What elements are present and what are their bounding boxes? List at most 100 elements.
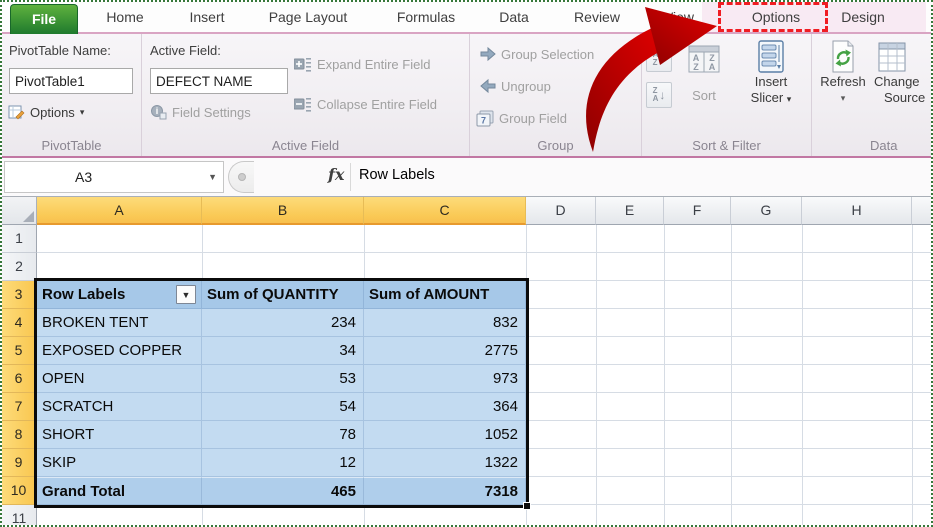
select-all-corner[interactable] <box>2 197 37 225</box>
row-header-7[interactable]: 7 <box>2 393 37 421</box>
group-field-button[interactable]: 7 Group Field <box>476 110 567 127</box>
sort-ascending-button[interactable]: AZ ↓ <box>646 46 672 72</box>
pivot-row-label[interactable]: SCRATCH <box>37 393 202 421</box>
pivot-amount-cell[interactable]: 832 <box>364 309 526 337</box>
empty-cells[interactable] <box>526 477 931 505</box>
pivottable-options-button[interactable]: Options ▾ <box>8 104 84 121</box>
sheet-row-4: 4 BROKEN TENT 234 832 <box>2 309 931 337</box>
pivot-amount-cell[interactable]: 364 <box>364 393 526 421</box>
empty-cells[interactable] <box>526 393 931 421</box>
tab-view[interactable]: View <box>647 2 711 32</box>
pivot-quantity-cell[interactable]: 12 <box>202 449 364 477</box>
row-header-8[interactable]: 8 <box>2 421 37 449</box>
formula-bar-divider <box>350 163 351 191</box>
pivot-grand-total-label[interactable]: Grand Total <box>37 477 202 505</box>
group-label-data: Data <box>812 138 931 153</box>
pivot-header-quantity[interactable]: Sum of QUANTITY <box>202 281 364 309</box>
row-header-2[interactable]: 2 <box>2 253 37 281</box>
pivot-quantity-cell[interactable]: 53 <box>202 365 364 393</box>
tab-review[interactable]: Review <box>560 2 634 32</box>
ungroup-icon <box>480 78 496 94</box>
expand-entire-field-button[interactable]: Expand Entire Field <box>294 56 430 72</box>
ungroup-button[interactable]: Ungroup <box>480 78 551 94</box>
field-settings-button[interactable]: i Field Settings <box>150 104 251 120</box>
row-header-1[interactable]: 1 <box>2 225 37 253</box>
row-header-11[interactable]: 11 <box>2 505 37 525</box>
group-selection-button[interactable]: Group Selection <box>480 46 594 62</box>
pivottable-name-input[interactable] <box>9 68 133 94</box>
column-header-f[interactable]: F <box>664 197 731 225</box>
pivot-grand-total-quantity[interactable]: 465 <box>202 477 364 505</box>
pivot-quantity-cell[interactable]: 34 <box>202 337 364 365</box>
column-header-partial[interactable] <box>912 197 931 225</box>
pivot-quantity-cell[interactable]: 234 <box>202 309 364 337</box>
empty-cells[interactable] <box>37 225 931 253</box>
row-header-5[interactable]: 5 <box>2 337 37 365</box>
tab-formulas[interactable]: Formulas <box>384 2 468 32</box>
empty-cells[interactable] <box>526 309 931 337</box>
empty-cells[interactable] <box>37 505 931 525</box>
empty-cells[interactable] <box>526 281 931 309</box>
column-header-a[interactable]: A <box>37 197 202 225</box>
pivot-amount-cell[interactable]: 1322 <box>364 449 526 477</box>
column-header-row: A B C D E F G H <box>2 197 931 225</box>
pivot-amount-cell[interactable]: 2775 <box>364 337 526 365</box>
column-header-c[interactable]: C <box>364 197 526 225</box>
insert-function-icon[interactable]: fx <box>328 165 344 184</box>
tab-insert[interactable]: Insert <box>174 2 240 32</box>
sheet-row-8: 8 SHORT 78 1052 <box>2 421 931 449</box>
pivot-header-row-labels[interactable]: Row Labels ▼ <box>37 281 202 309</box>
fill-handle[interactable] <box>523 502 531 510</box>
tab-options[interactable]: Options <box>726 2 826 32</box>
collapse-entire-field-button[interactable]: Collapse Entire Field <box>294 96 437 112</box>
tab-home[interactable]: Home <box>92 2 158 32</box>
refresh-button[interactable]: Refresh ▾ <box>814 40 872 106</box>
row-labels-filter-button[interactable]: ▼ <box>176 285 196 304</box>
change-source-label-1: Change <box>874 74 920 90</box>
insert-slicer-button[interactable]: Insert Slicer ▾ <box>738 40 804 107</box>
column-header-e[interactable]: E <box>596 197 664 225</box>
sort-descending-button[interactable]: ZA ↓ <box>646 82 672 108</box>
pivot-row-label[interactable]: BROKEN TENT <box>37 309 202 337</box>
row-header-4[interactable]: 4 <box>2 309 37 337</box>
name-box[interactable]: A3 ▼ <box>4 161 224 193</box>
pivot-amount-cell[interactable]: 973 <box>364 365 526 393</box>
column-header-g[interactable]: G <box>731 197 802 225</box>
empty-cells[interactable] <box>526 365 931 393</box>
tab-page-layout[interactable]: Page Layout <box>254 2 362 32</box>
empty-cells[interactable] <box>526 449 931 477</box>
formula-input[interactable]: Row Labels <box>359 167 435 183</box>
svg-text:Z: Z <box>693 62 699 72</box>
empty-cells[interactable] <box>37 253 931 281</box>
group-label-group: Group <box>470 138 641 153</box>
row-header-3[interactable]: 3 <box>2 281 37 309</box>
column-header-h[interactable]: H <box>802 197 912 225</box>
pivot-quantity-cell[interactable]: 54 <box>202 393 364 421</box>
row-header-9[interactable]: 9 <box>2 449 37 477</box>
sort-button[interactable]: A Z Z A Sort <box>676 44 732 104</box>
empty-cells[interactable] <box>526 421 931 449</box>
pivot-quantity-cell[interactable]: 78 <box>202 421 364 449</box>
change-data-source-button[interactable]: Change Source <box>874 40 931 106</box>
pivot-row-label[interactable]: SKIP <box>37 449 202 477</box>
pivot-amount-cell[interactable]: 1052 <box>364 421 526 449</box>
group-field-label: Group Field <box>499 111 567 126</box>
pivot-row-label[interactable]: EXPOSED COPPER <box>37 337 202 365</box>
pivot-row-label[interactable]: OPEN <box>37 365 202 393</box>
tab-data[interactable]: Data <box>484 2 544 32</box>
row-header-6[interactable]: 6 <box>2 365 37 393</box>
tab-design[interactable]: Design <box>818 2 908 32</box>
name-box-dropdown-icon[interactable]: ▼ <box>208 162 217 192</box>
active-field-input[interactable] <box>150 68 288 94</box>
column-header-d[interactable]: D <box>526 197 596 225</box>
column-header-b[interactable]: B <box>202 197 364 225</box>
pivot-row-label[interactable]: SHORT <box>37 421 202 449</box>
collapse-field-icon <box>294 96 312 112</box>
empty-cells[interactable] <box>526 337 931 365</box>
row-header-10[interactable]: 10 <box>2 477 37 505</box>
pivot-header-amount[interactable]: Sum of AMOUNT <box>364 281 526 309</box>
dropdown-arrow-icon: ▾ <box>841 90 846 106</box>
pivot-grand-total-amount[interactable]: 7318 <box>364 477 526 505</box>
tab-file[interactable]: File <box>10 4 78 34</box>
sort-za-icon: ZA <box>653 87 659 103</box>
